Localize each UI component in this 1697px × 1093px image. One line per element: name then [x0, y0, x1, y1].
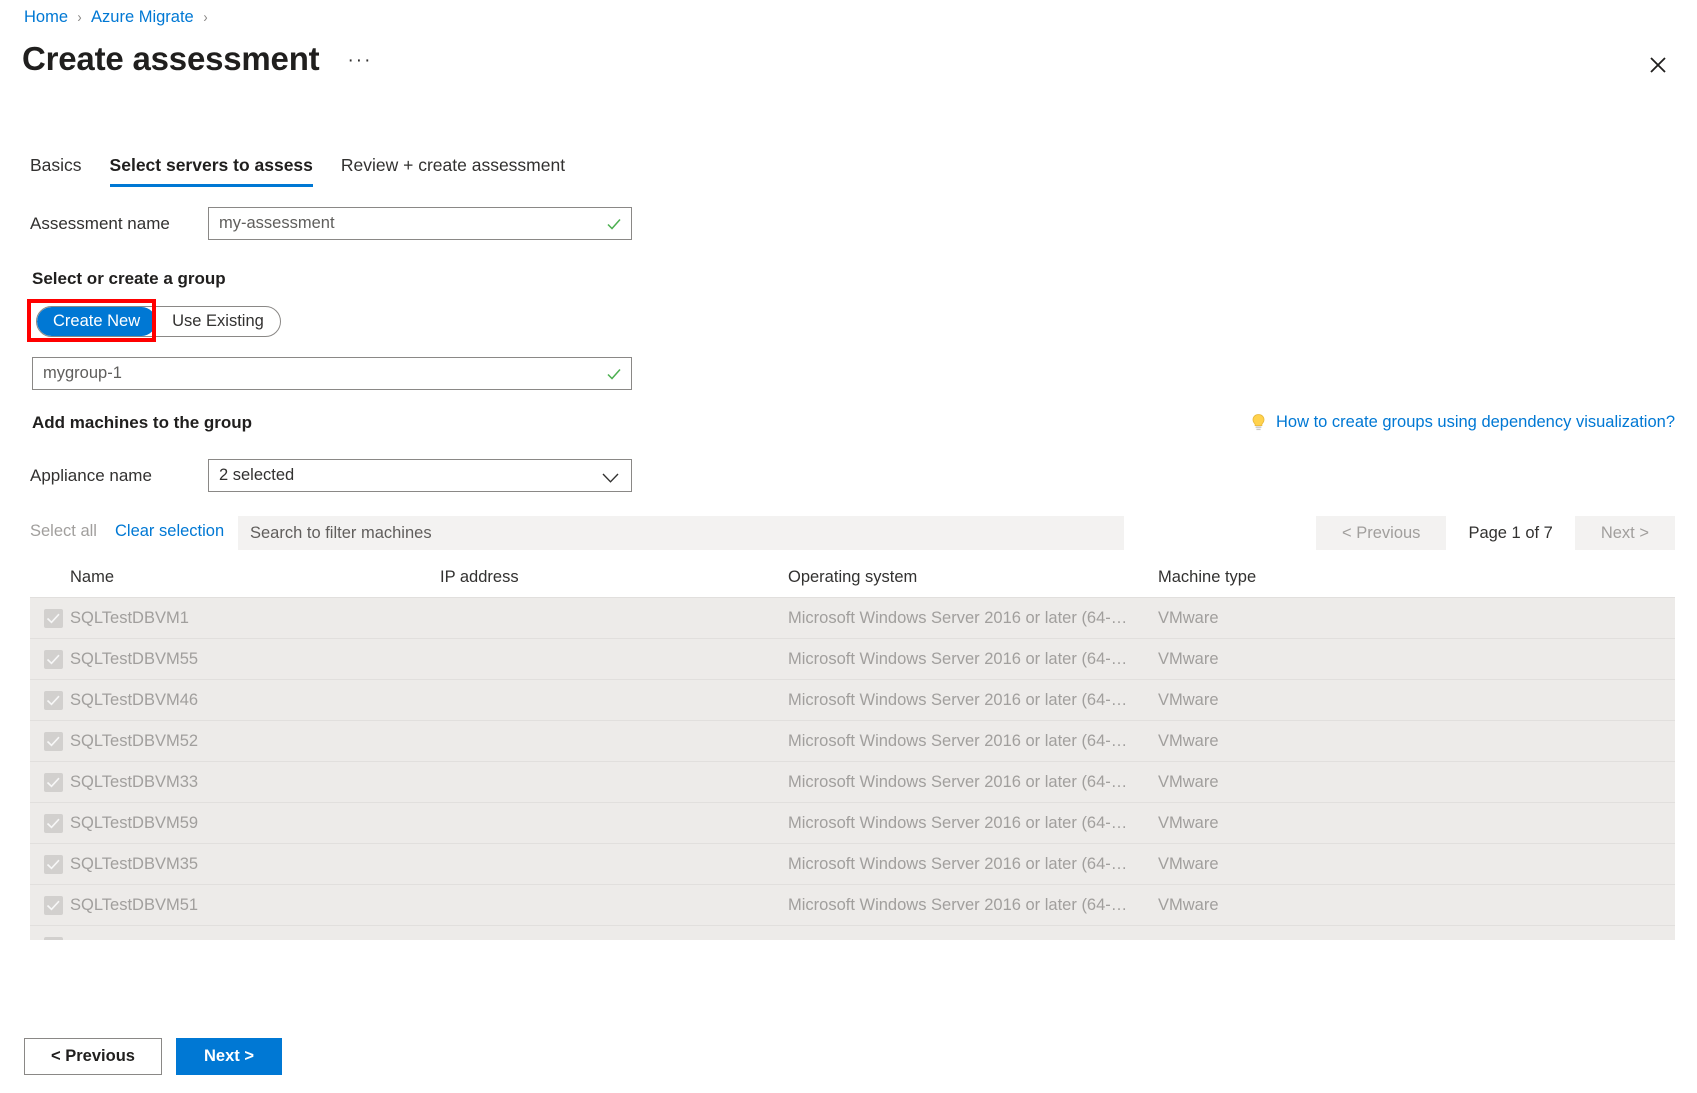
table-row[interactable]: SQLTestDBVM55 Microsoft Windows Server 2… [30, 639, 1675, 680]
cell-operating-system: Microsoft Windows Server 2016 or later (… [788, 691, 1158, 710]
tab-bar: Basics Select servers to assess Review +… [30, 155, 579, 187]
cell-name: SQLTestDBVM1 [70, 609, 440, 628]
cell-machine-type: VMware [1158, 691, 1398, 710]
appliance-name-value: 2 selected [219, 466, 294, 485]
row-checkbox[interactable] [44, 855, 70, 874]
table-row[interactable]: SQLTestDBVM33 Microsoft Windows Server 2… [30, 762, 1675, 803]
cell-operating-system: Microsoft Windows Server 2016 or later (… [788, 609, 1158, 628]
appliance-name-row: Appliance name 2 selected [30, 459, 632, 492]
table-row[interactable]: SQLTestDBVM52 Microsoft Windows Server 2… [30, 721, 1675, 762]
group-mode-toggle: Create New Use Existing [36, 306, 281, 337]
row-checkbox[interactable] [44, 773, 70, 792]
row-checkbox[interactable] [44, 691, 70, 710]
cell-name: SQLTestDBVM55 [70, 650, 440, 669]
cell-machine-type: VMware [1158, 814, 1398, 833]
cell-operating-system: Microsoft Windows Server 2016 or later (… [788, 773, 1158, 792]
cell-machine-type: VMware [1158, 732, 1398, 751]
cell-machine-type: VMware [1158, 773, 1398, 792]
pagination: < Previous Page 1 of 7 Next > [1316, 516, 1675, 550]
tab-basics[interactable]: Basics [30, 155, 96, 187]
close-icon[interactable] [1641, 48, 1675, 82]
cell-machine-type: VMware [1158, 609, 1398, 628]
assessment-name-row: Assessment name my-assessment [30, 207, 632, 240]
table-row[interactable]: SQLTestDBVM35 Microsoft Windows Server 2… [30, 844, 1675, 885]
group-section-heading: Select or create a group [32, 269, 226, 289]
toggle-create-new[interactable]: Create New [37, 307, 156, 336]
machines-toolbar: Select all Clear selection Search to fil… [30, 516, 1675, 550]
column-header-operating-system[interactable]: Operating system [788, 568, 1158, 587]
chevron-down-icon [602, 470, 619, 481]
search-placeholder: Search to filter machines [250, 524, 432, 543]
toggle-use-existing[interactable]: Use Existing [156, 307, 280, 336]
appliance-name-dropdown[interactable]: 2 selected [208, 459, 632, 492]
breadcrumb-item-azure-migrate[interactable]: Azure Migrate [91, 8, 194, 27]
machines-table: Name IP address Operating system Machine… [30, 558, 1675, 940]
column-header-name[interactable]: Name [70, 568, 440, 587]
cell-machine-type: VMware [1158, 855, 1398, 874]
tab-review-create-assessment[interactable]: Review + create assessment [327, 155, 579, 187]
breadcrumb-separator-icon: › [203, 9, 207, 26]
tab-select-servers-to-assess[interactable]: Select servers to assess [96, 155, 327, 187]
table-row[interactable]: SQLTestDBVM59 Microsoft Windows Server 2… [30, 803, 1675, 844]
page-indicator: Page 1 of 7 [1446, 524, 1574, 543]
breadcrumb-separator-icon: › [77, 9, 81, 26]
group-name-value: mygroup-1 [43, 364, 122, 383]
row-checkbox[interactable] [44, 814, 70, 833]
table-row[interactable] [30, 926, 1675, 940]
checkmark-icon [606, 216, 622, 232]
column-header-machine-type[interactable]: Machine type [1158, 568, 1398, 587]
cell-name: SQLTestDBVM33 [70, 773, 440, 792]
cell-machine-type: VMware [1158, 650, 1398, 669]
page-header: Create assessment ··· [22, 41, 372, 77]
dependency-visualization-help-link[interactable]: How to create groups using dependency vi… [1250, 413, 1675, 432]
table-row[interactable]: SQLTestDBVM51 Microsoft Windows Server 2… [30, 885, 1675, 926]
footer-divider [0, 948, 1697, 949]
wizard-footer: < Previous Next > [24, 1038, 282, 1075]
row-checkbox[interactable] [44, 650, 70, 669]
row-checkbox[interactable] [44, 896, 70, 915]
cell-machine-type: VMware [1158, 896, 1398, 915]
row-checkbox[interactable] [44, 609, 70, 628]
appliance-name-label: Appliance name [30, 466, 208, 486]
breadcrumb-item-home[interactable]: Home [24, 8, 68, 27]
row-checkbox[interactable] [44, 937, 70, 941]
lightbulb-icon [1250, 413, 1267, 432]
cell-operating-system: Microsoft Windows Server 2016 or later (… [788, 732, 1158, 751]
next-page-button[interactable]: Next > [1575, 516, 1675, 550]
previous-button[interactable]: < Previous [24, 1038, 162, 1075]
cell-name: SQLTestDBVM46 [70, 691, 440, 710]
cell-operating-system: Microsoft Windows Server 2016 or later (… [788, 896, 1158, 915]
search-input[interactable]: Search to filter machines [238, 516, 1124, 550]
clear-selection-button[interactable]: Clear selection [115, 522, 224, 541]
assessment-name-label: Assessment name [30, 214, 208, 234]
next-button[interactable]: Next > [176, 1038, 282, 1075]
row-checkbox[interactable] [44, 732, 70, 751]
previous-page-button[interactable]: < Previous [1316, 516, 1446, 550]
cell-name: SQLTestDBVM52 [70, 732, 440, 751]
select-all-button[interactable]: Select all [30, 522, 97, 541]
breadcrumb: Home › Azure Migrate › [24, 8, 217, 27]
table-row[interactable]: SQLTestDBVM46 Microsoft Windows Server 2… [30, 680, 1675, 721]
group-name-input[interactable]: mygroup-1 [32, 357, 632, 390]
cell-name: SQLTestDBVM59 [70, 814, 440, 833]
cell-name: SQLTestDBVM51 [70, 896, 440, 915]
assessment-name-value: my-assessment [219, 214, 335, 233]
assessment-name-input[interactable]: my-assessment [208, 207, 632, 240]
column-header-ip-address[interactable]: IP address [440, 568, 788, 587]
cell-operating-system: Microsoft Windows Server 2016 or later (… [788, 814, 1158, 833]
page-title: Create assessment [22, 41, 319, 77]
machines-section-heading: Add machines to the group [32, 413, 252, 433]
help-link-text: How to create groups using dependency vi… [1276, 413, 1675, 432]
cell-name: SQLTestDBVM35 [70, 855, 440, 874]
cell-operating-system: Microsoft Windows Server 2016 or later (… [788, 855, 1158, 874]
more-options-button[interactable]: ··· [347, 50, 372, 72]
cell-operating-system: Microsoft Windows Server 2016 or later (… [788, 650, 1158, 669]
table-header-row: Name IP address Operating system Machine… [30, 558, 1675, 598]
table-row[interactable]: SQLTestDBVM1 Microsoft Windows Server 20… [30, 598, 1675, 639]
checkmark-icon [606, 366, 622, 382]
